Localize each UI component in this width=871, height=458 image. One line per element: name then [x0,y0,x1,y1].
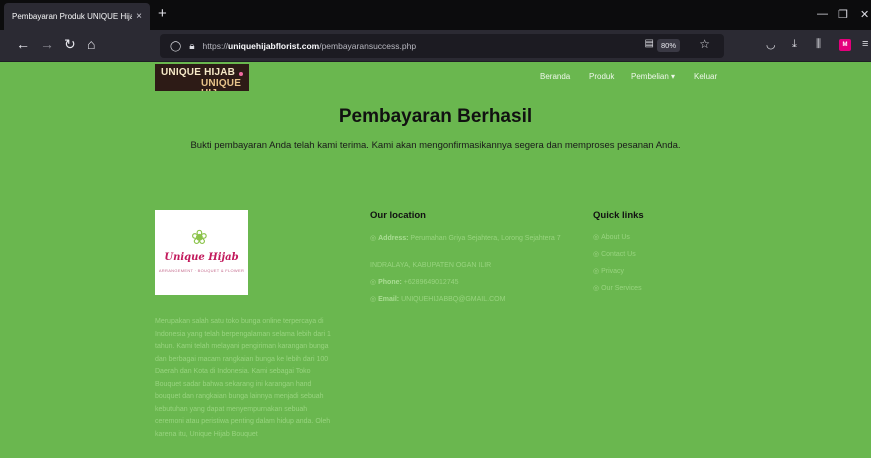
new-tab-button[interactable]: + [158,6,167,21]
nav-keluar[interactable]: Keluar [694,72,717,81]
shield-icon[interactable]: ◯ [170,41,181,52]
success-message: Bukti pembayaran Anda telah kami terima.… [190,140,681,151]
phone-value[interactable]: +6289649012745 [404,279,459,286]
quick-link-contact[interactable]: ◎ Contact Us [593,250,636,258]
link-bullet-icon: ◎ [593,234,600,241]
email-icon: ◎ [370,296,377,303]
zoom-level[interactable]: 80% [656,39,680,52]
extension-icon[interactable]: M [839,39,851,51]
tab-title: Pembayaran Produk UNIQUE Hijab [12,12,133,21]
logo-dot-icon [239,72,243,76]
minimize-button[interactable]: — [817,8,828,20]
quick-link-label: About Us [601,234,630,241]
tab-bar: Pembayaran Produk UNIQUE Hijab × + — ❐ ✕ [0,0,871,30]
address-city: INDRALAYA, KABUPATEN OGAN ILIR [370,262,492,269]
link-bullet-icon: ◎ [593,285,600,292]
phone-line: ◎ Phone: +6289649012745 [370,277,570,288]
quick-link-services[interactable]: ◎ Our Services [593,284,642,292]
page-content: UNIQUE HIJAB UNIQUE HIJ Beranda Produk P… [0,62,871,458]
quick-link-privacy[interactable]: ◎ Privacy [593,267,624,275]
address-label: Address: [378,235,409,242]
menu-icon[interactable]: ≡ [862,38,868,50]
downloads-icon[interactable]: ⤓ [792,38,797,51]
about-text: Merupakan salah satu toko bunga online t… [155,318,331,438]
restore-button[interactable]: ❐ [838,8,848,21]
nav-produk[interactable]: Produk [589,72,614,81]
logo-text-secondary: UNIQUE HIJ [201,78,242,92]
url-host: uniquehijabflorist.com [228,41,320,51]
address-value: Perumahan Griya Sejahtera, Lorong Sejaht… [410,235,561,242]
pocket-icon[interactable]: ◡ [766,38,776,51]
page-title: Pembayaran Berhasil [338,106,533,127]
tab-close-icon[interactable]: × [136,11,142,22]
url-path: /pembayaransuccess.php [319,41,417,51]
forward-icon[interactable]: → [40,37,54,51]
quick-links-title: Quick links [593,210,644,221]
quick-link-label: Contact Us [601,251,636,258]
email-value[interactable]: UNIQUEHIJABBQ@GMAIL.COM [401,296,505,303]
quick-link-label: Privacy [601,268,625,275]
home-icon[interactable]: ⌂ [87,37,95,51]
footer-tagline: ARRANGEMENT · BOUQUET & FLOWER [158,268,245,273]
quick-link-about[interactable]: ◎ About Us [593,233,630,241]
footer-logo-card: ❀ Unique Hijab ARRANGEMENT · BOUQUET & F… [155,210,248,295]
address-line: ◎ Address: Perumahan Griya Sejahtera, Lor… [370,233,570,244]
flower-icon: ❀ [191,227,208,249]
phone-label: Phone: [378,279,402,286]
link-bullet-icon: ◎ [593,268,600,275]
nav-beranda[interactable]: Beranda [540,72,570,81]
email-label: Email: [378,296,400,303]
location-pin-icon: ◎ [370,235,377,242]
navigation-toolbar: ← → ↻ ⌂ ◯ 🔒︎ https://uniquehijabflorist.… [0,30,871,62]
reload-icon[interactable]: ↻ [64,37,76,51]
address-bar[interactable]: ◯ 🔒︎ https://uniquehijabflorist.com/pemb… [160,34,724,58]
bookmark-star-icon[interactable]: ☆ [699,37,710,51]
phone-icon: ◎ [370,279,377,286]
quick-link-label: Our Services [601,285,642,292]
footer-brand: Unique Hijab [164,252,239,263]
close-window-button[interactable]: ✕ [860,8,869,21]
nav-pembelian-dropdown[interactable]: Pembelian ▾ [631,72,675,81]
url-prefix: https:// [202,41,229,51]
site-logo[interactable]: UNIQUE HIJAB UNIQUE HIJ [155,64,249,91]
email-line: ◎ Email: UNIQUEHIJABBQ@GMAIL.COM [370,294,570,305]
lock-icon[interactable]: 🔒︎ [189,41,194,52]
back-icon[interactable]: ← [16,37,30,51]
location-title: Our location [370,210,426,221]
link-bullet-icon: ◎ [593,251,600,258]
reader-mode-icon[interactable]: ▤ [645,38,654,49]
library-icon[interactable]: ⫼ [816,38,821,51]
browser-tab[interactable]: Pembayaran Produk UNIQUE Hijab × [4,3,150,30]
